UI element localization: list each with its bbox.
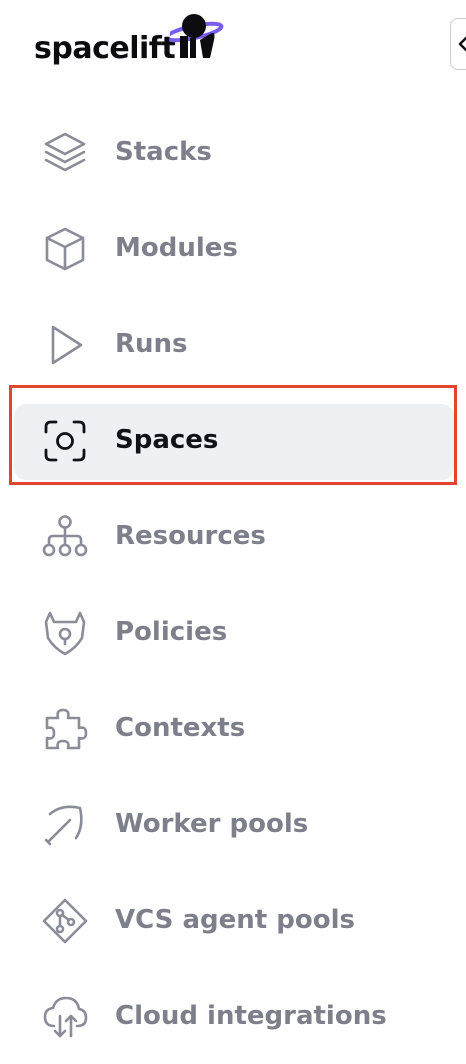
play-icon xyxy=(51,325,83,365)
cloud-icon xyxy=(43,996,88,1038)
sidebar-item-label: Cloud integrations xyxy=(115,1001,387,1031)
sidebar: spacelift Stacks Modules Runs Spaces Res… xyxy=(0,0,466,1064)
sidebar-item-label: Worker pools xyxy=(115,809,309,839)
sidebar-item-contexts[interactable]: Contexts xyxy=(0,680,466,776)
sidebar-item-label: Contexts xyxy=(115,713,246,743)
logo-text: spacelift xyxy=(34,31,176,66)
sidebar-item-vcs-agent-pools[interactable]: VCS agent pools xyxy=(0,872,466,968)
sidebar-item-modules[interactable]: Modules xyxy=(0,200,466,296)
puzzle-icon xyxy=(45,708,88,750)
git-diamond-icon xyxy=(42,898,88,944)
layers-icon xyxy=(44,132,86,172)
selection-highlight xyxy=(9,385,457,485)
sidebar-item-worker-pools[interactable]: Worker pools xyxy=(0,776,466,872)
spacelift-logo[interactable]: spacelift xyxy=(34,10,234,70)
astronaut-mascot-icon xyxy=(170,14,224,58)
pickaxe-icon xyxy=(44,805,83,846)
collapse-sidebar-button[interactable] xyxy=(450,18,466,70)
sidebar-item-label: Resources xyxy=(115,521,266,551)
sidebar-item-label: Policies xyxy=(115,617,228,647)
sidebar-item-policies[interactable]: Policies xyxy=(0,584,466,680)
sidebar-item-label: Modules xyxy=(115,233,238,263)
sidebar-nav: Stacks Modules Runs Spaces Resources Pol… xyxy=(0,104,466,1064)
sidebar-item-label: Runs xyxy=(115,329,188,359)
sidebar-item-resources[interactable]: Resources xyxy=(0,488,466,584)
sidebar-item-runs[interactable]: Runs xyxy=(0,296,466,392)
tree-icon xyxy=(42,515,88,557)
cube-icon xyxy=(45,227,85,271)
shield-icon xyxy=(44,611,86,656)
sidebar-item-cloud-integrations[interactable]: Cloud integrations xyxy=(0,968,466,1064)
sidebar-item-stacks[interactable]: Stacks xyxy=(0,104,466,200)
chevron-left-icon xyxy=(458,36,466,52)
sidebar-item-label: VCS agent pools xyxy=(115,905,355,935)
sidebar-item-label: Stacks xyxy=(115,137,212,167)
